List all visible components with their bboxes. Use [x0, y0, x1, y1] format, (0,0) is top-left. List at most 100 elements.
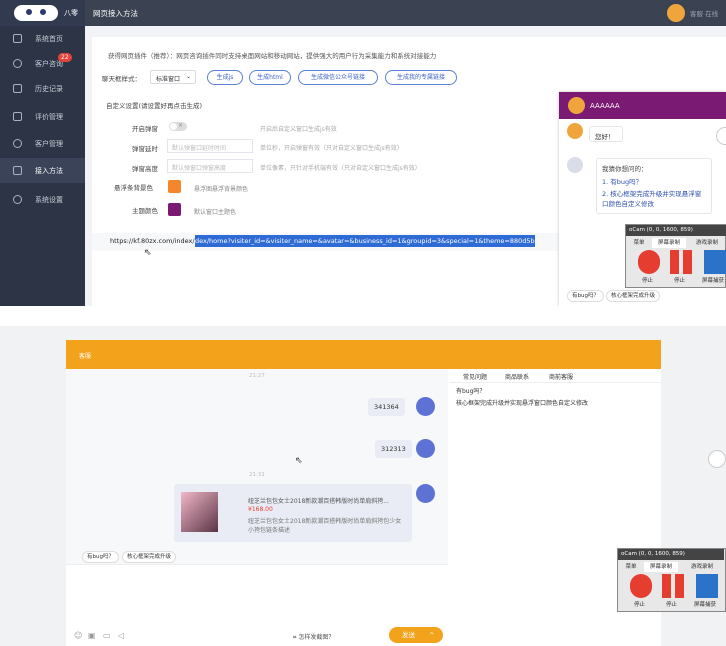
admin-screenshot: 八零 系统首页 客户咨询 22 历史记录 评价管理 客户管理 接入方法 系统设置 …: [0, 0, 726, 306]
avatar[interactable]: [667, 4, 685, 22]
setting-hint: 单位秒，开启弹窗有效（只对自定义窗口生成js有效）: [260, 145, 403, 152]
chat-header: 客服: [66, 340, 661, 369]
quick-question-button[interactable]: 有bug吗？: [82, 551, 119, 563]
user-avatar: [416, 439, 435, 458]
ocam-tab[interactable]: 屏幕录制: [644, 562, 678, 572]
generate-mylink-button[interactable]: 生成我的专属链接: [385, 70, 457, 85]
chevron-down-icon: ⌄: [185, 73, 191, 80]
logo: 八零: [0, 0, 85, 26]
widget-header: AAAAAA: [559, 92, 726, 119]
product-desc: 纽芝兰包包女士2018新款潮百搭韩版时尚单肩斜挎包少女小挎包链条描述: [248, 518, 402, 534]
tab-product[interactable]: 商品联系: [505, 372, 529, 381]
screenshot-icon[interactable]: [704, 250, 726, 274]
popup-height-input[interactable]: 默认弹窗口弹窗高度: [167, 159, 253, 173]
quick-question-button[interactable]: 核心框架完成升级: [122, 551, 177, 563]
ocam-tab[interactable]: 游戏录制: [688, 238, 726, 248]
faq-link[interactable]: 1. 有bug吗？: [602, 176, 706, 186]
message-input[interactable]: ☺ ▣ ▭ ◁ ⌗ 怎样发截图？ 发送 ^: [66, 564, 448, 646]
folder-icon[interactable]: ▭: [103, 631, 111, 640]
faq-link[interactable]: 2. 核心框架完成升级并实现悬浮窗口颜色自定义修改: [602, 188, 702, 208]
style-select[interactable]: 标准窗口 ⌄: [150, 70, 196, 84]
chat-window: 客服 21:27 341364 312313 ⇖ 21:31 纽芝兰包包女士20…: [66, 340, 661, 646]
side-tabs: 常见问题 商品联系 商前客服: [450, 369, 661, 383]
message-bubble: 312313: [375, 440, 412, 458]
star-icon: [13, 112, 22, 121]
agent-avatar: [568, 97, 585, 114]
chevron-up-icon[interactable]: ^: [429, 627, 434, 643]
screenshot-icon[interactable]: [696, 574, 718, 598]
speaker-icon[interactable]: ◁: [118, 631, 124, 640]
bot-avatar: [567, 157, 583, 173]
record-stop-icon[interactable]: [638, 250, 660, 274]
user-status: 客服 在线: [690, 10, 719, 18]
sidebar-item-consult[interactable]: 客户咨询 22: [0, 51, 85, 76]
product-price: ¥168.00: [248, 506, 273, 513]
product-image: [181, 492, 218, 532]
setting-hint: 开启后自定义窗口生成js有效: [260, 126, 337, 133]
user-avatar: [416, 484, 435, 503]
generate-js-button[interactable]: 生成js: [207, 70, 243, 85]
image-icon[interactable]: ▣: [88, 631, 96, 640]
pause-icon[interactable]: [662, 574, 684, 598]
user-avatar: [416, 397, 435, 416]
setting-label: 弹窗延时: [132, 145, 158, 153]
tab-presales[interactable]: 商前客服: [549, 372, 573, 381]
pause-icon[interactable]: [670, 250, 692, 274]
crop-icon: ⌗: [293, 634, 297, 641]
sidebar-item-settings[interactable]: 系统设置: [0, 187, 85, 212]
intro-text: 获得网页插件（推荐）：网页咨询插件同时支持桌面网站和移动网站，提供强大的用户行为…: [108, 52, 437, 60]
chat-icon: [13, 59, 22, 68]
product-title: 纽芝兰包包女士2018新款潮百搭韩版时尚单肩斜挎...: [248, 498, 389, 505]
popup-delay-input[interactable]: 默认弹窗口延时时间: [167, 139, 253, 153]
timestamp: 21:31: [249, 472, 265, 478]
chat-title: 客服: [79, 353, 92, 360]
ocam-title: oCam (0, 0, 1600, 859): [618, 549, 724, 560]
faq-item[interactable]: 有bug吗？: [456, 386, 485, 395]
send-button[interactable]: 发送 ^: [389, 627, 443, 643]
setting-hint: 默认窗口主题色: [194, 209, 237, 216]
generate-wechat-button[interactable]: 生成微信公众号链接: [298, 70, 378, 85]
popup-toggle[interactable]: ×: [169, 122, 187, 131]
gear-icon: [13, 195, 22, 204]
message-bubble: 341364: [368, 398, 405, 416]
screenshot-help-link[interactable]: ⌗ 怎样发截图？: [293, 632, 334, 642]
float-color-picker[interactable]: [168, 180, 181, 193]
product-card[interactable]: 纽芝兰包包女士2018新款潮百搭韩版时尚单肩斜挎... ¥168.00 纽芝兰包…: [174, 484, 412, 542]
quick-question-button[interactable]: 有bug吗？: [567, 290, 604, 302]
tab-faq[interactable]: 常见问题: [463, 372, 487, 381]
link-icon: [13, 166, 22, 175]
record-stop-icon[interactable]: [630, 574, 652, 598]
ocam-tab[interactable]: 屏幕录制: [652, 238, 686, 248]
cursor-icon: ⇖: [144, 248, 152, 258]
page-title: 网页接入方法: [93, 9, 138, 18]
sidebar-item-customers[interactable]: 客户管理: [0, 131, 85, 156]
ocam-window: oCam (0, 0, 1600, 859) 菜单 屏幕录制 游戏录制 停止 停…: [625, 224, 726, 288]
generate-html-button[interactable]: 生成html: [249, 70, 291, 85]
generated-url[interactable]: https://kf.80zx.com/index/in dex/home?vi…: [92, 233, 640, 251]
faq-bubble: 我猜你想问的： 1. 有bug吗？ 2. 核心框架完成升级并实现悬浮窗口颜色自定…: [596, 158, 712, 214]
sidebar-item-access[interactable]: 接入方法: [0, 158, 85, 183]
emoji-icon[interactable]: ☺: [74, 631, 82, 640]
scroll-handle[interactable]: [716, 127, 726, 145]
sidebar: 八零 系统首页 客户咨询 22 历史记录 评价管理 客户管理 接入方法 系统设置: [0, 0, 85, 306]
theme-color-picker[interactable]: [168, 203, 181, 216]
ocam-tab[interactable]: 菜单: [620, 562, 642, 572]
ocam-tab[interactable]: 游戏录制: [680, 562, 724, 572]
setting-hint: 悬浮图悬浮背景颜色: [194, 186, 249, 193]
sidebar-item-rating[interactable]: 评价管理: [0, 104, 85, 129]
sidebar-item-history[interactable]: 历史记录: [0, 76, 85, 101]
calendar-icon: [13, 84, 22, 93]
ocam-tab[interactable]: 菜单: [628, 238, 650, 248]
cursor-icon: ⇖: [295, 456, 303, 466]
setting-hint: 单位像素，只针对手机端有效（只对自定义窗口生成js有效）: [260, 165, 421, 172]
scroll-handle[interactable]: [708, 450, 726, 468]
timestamp: 21:27: [249, 373, 265, 379]
sidebar-item-home[interactable]: 系统首页: [0, 26, 85, 51]
topbar: 网页接入方法 客服 在线: [85, 0, 726, 26]
quick-question-button[interactable]: 核心框架完成升级: [606, 290, 661, 302]
greeting-bubble: 您好！: [589, 126, 623, 142]
faq-item[interactable]: 核心框架完成升级并实现悬浮窗口颜色自定义修改: [456, 398, 588, 407]
selected-url-text: dex/home?visiter_id=&visiter_name=&avata…: [195, 235, 535, 247]
ocam-window: oCam (0, 0, 1600, 859) 菜单 屏幕录制 游戏录制 停止 停…: [617, 548, 726, 612]
visitor-chat-screenshot: 客服 21:27 341364 312313 ⇖ 21:31 纽芝兰包包女士20…: [0, 326, 726, 646]
